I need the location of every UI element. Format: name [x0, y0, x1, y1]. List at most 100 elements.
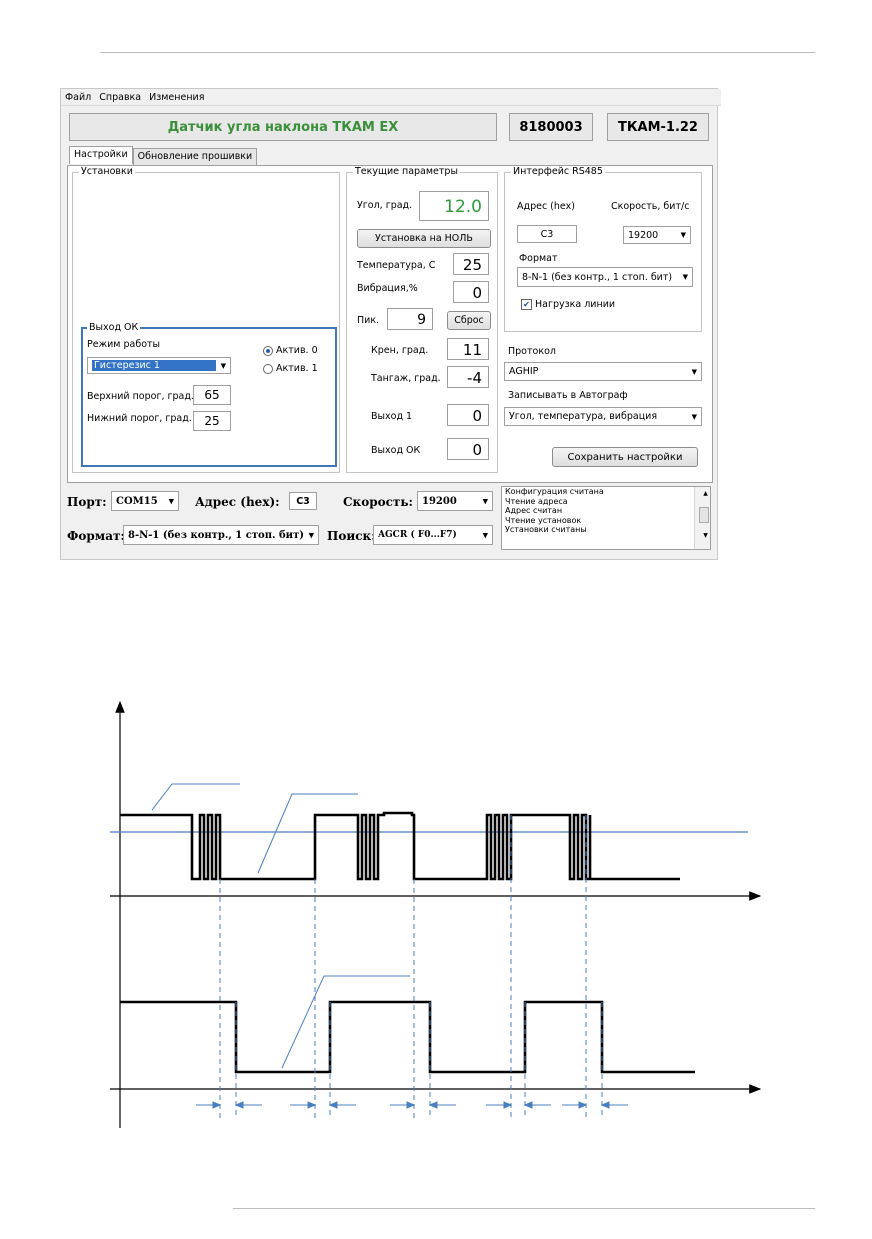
menu-help[interactable]: Справка — [99, 92, 141, 103]
checkbox-checked-icon: ✔ — [521, 299, 532, 310]
angle-label: Угол, град. — [357, 200, 413, 211]
output-ok-label: Выход ОК — [371, 445, 421, 456]
output-signal — [120, 1000, 695, 1074]
record-select[interactable]: Угол, температура, вибрация ▼ — [504, 407, 702, 426]
upper-threshold-input[interactable]: 65 — [193, 385, 231, 405]
radio-unselected-icon — [263, 363, 273, 374]
line-load-label: Нагрузка линии — [535, 299, 616, 310]
rs485-format-value: 8-N-1 (без контр., 1 стоп. бит) — [522, 271, 673, 283]
timing-diagram — [110, 700, 762, 1128]
log-line: Адрес считан — [505, 506, 563, 515]
settings-group: Установки Выход ОК Режим работы Гистерез… — [72, 166, 340, 473]
input-signal — [120, 811, 680, 881]
search-value: AGCR ( F0...F7) — [378, 530, 457, 540]
chevron-down-icon: ▼ — [308, 530, 314, 540]
current-params-legend: Текущие параметры — [353, 166, 460, 177]
radio-active-1[interactable]: Актив. 1 — [263, 363, 318, 374]
vibration-label: Вибрация,% — [357, 283, 418, 294]
menu-changes[interactable]: Изменения — [149, 92, 204, 103]
port-select[interactable]: COM15 ▼ — [111, 491, 179, 511]
bottom-format-label: Формат: — [67, 529, 125, 543]
bottom-format-value: 8-N-1 (без контр., 1 стоп. бит) — [128, 529, 305, 541]
rs485-legend: Интерфейс RS485 — [511, 166, 605, 177]
upper-threshold-label: Верхний порог, град. — [87, 391, 194, 402]
port-value: COM15 — [116, 495, 158, 507]
rs485-speed-select[interactable]: 19200 ▼ — [623, 226, 691, 244]
roll-label: Крен, град. — [371, 345, 429, 356]
mode-select-value: Гистерезис 1 — [92, 360, 216, 371]
protocol-select[interactable]: AGHIP ▼ — [504, 362, 702, 381]
peak-label: Пик. — [357, 315, 380, 326]
log-line: Конфигурация считана — [505, 487, 604, 496]
log-line: Чтение адреса — [505, 496, 568, 506]
search-label: Поиск: — [327, 529, 376, 543]
tab-settings[interactable]: Настройки — [69, 146, 133, 164]
leader-line — [281, 975, 410, 1069]
bottom-speed-select[interactable]: 19200 ▼ — [417, 491, 493, 511]
chevron-down-icon: ▼ — [682, 273, 688, 281]
bottom-format-select[interactable]: 8-N-1 (без контр., 1 стоп. бит) ▼ — [123, 525, 319, 545]
chevron-down-icon: ▼ — [168, 496, 174, 506]
scroll-up-icon: ▲ — [703, 490, 708, 497]
rs485-format-label: Формат — [519, 253, 558, 264]
radio-active-0-label: Актив. 0 — [276, 345, 318, 356]
leader-line — [151, 783, 240, 811]
radio-active-1-label: Актив. 1 — [276, 363, 318, 374]
port-label: Порт: — [67, 495, 107, 509]
lower-threshold-input[interactable]: 25 — [193, 411, 231, 431]
bottom-address-input[interactable]: C3 — [289, 492, 317, 510]
radio-active-0[interactable]: Актив. 0 — [263, 345, 318, 356]
vibration-value: 0 — [453, 281, 489, 303]
search-select[interactable]: AGCR ( F0...F7) ▼ — [373, 525, 493, 545]
leader-line — [257, 793, 358, 874]
tab-firmware-update[interactable]: Обновление прошивки — [132, 148, 258, 166]
chevron-down-icon: ▼ — [680, 231, 686, 239]
chevron-down-icon: ▼ — [482, 496, 488, 506]
log-scrollbar[interactable]: ▲ ▼ — [694, 487, 710, 549]
device-serial: 8180003 — [509, 113, 593, 141]
device-model: ТКАМ-1.22 — [607, 113, 709, 141]
output-ok-legend: Выход ОК — [87, 322, 141, 333]
record-value: Угол, температура, вибрация — [509, 411, 658, 422]
chevron-down-icon: ▼ — [482, 530, 488, 540]
delay-arrows — [196, 1101, 628, 1109]
rs485-group: Интерфейс RS485 Адрес (hex) Скорость, би… — [504, 166, 702, 332]
mode-select[interactable]: Гистерезис 1 ▼ — [87, 357, 231, 374]
record-label: Записывать в Автограф — [508, 390, 628, 401]
rs485-speed-label: Скорость, бит/с — [611, 201, 690, 212]
peak-value: 9 — [387, 308, 433, 330]
tab-bar: Настройки Обновление прошивки — [69, 146, 258, 166]
app-window: Файл Справка Изменения Датчик угла накло… — [60, 88, 721, 560]
reset-button[interactable]: Сброс — [447, 311, 491, 330]
log-line: Чтение установок — [505, 515, 582, 525]
bottom-address-label: Адрес (hex): — [195, 495, 280, 509]
rs485-address-input[interactable]: C3 — [517, 225, 577, 243]
output1-value: 0 — [447, 404, 489, 426]
rs485-format-select[interactable]: 8-N-1 (без контр., 1 стоп. бит) ▼ — [517, 267, 693, 287]
page-bottom-rule — [233, 1208, 815, 1209]
settings-panel: Установки Выход ОК Режим работы Гистерез… — [67, 165, 713, 483]
output-ok-value: 0 — [447, 438, 489, 460]
output1-label: Выход 1 — [371, 411, 413, 422]
device-title: Датчик угла наклона ТКАМ EX — [69, 113, 497, 141]
roll-value: 11 — [447, 338, 489, 360]
bottom-speed-label: Скорость: — [343, 495, 413, 509]
menu-file[interactable]: Файл — [65, 92, 91, 103]
line-load-checkbox[interactable]: ✔ Нагрузка линии — [521, 299, 615, 310]
log-line: Установки считаны — [505, 525, 587, 534]
scroll-thumb[interactable] — [699, 506, 709, 523]
save-settings-button[interactable]: Сохранить настройки — [552, 447, 698, 467]
mode-label: Режим работы — [87, 339, 161, 350]
chevron-down-icon: ▼ — [691, 412, 697, 421]
output-ok-group: Выход ОК Режим работы Гистерезис 1 ▼ Акт… — [81, 322, 337, 467]
menu-bar: Файл Справка Изменения — [61, 89, 721, 106]
lower-threshold-label: Нижний порог, град. — [87, 413, 192, 424]
bottom-speed-value: 19200 — [422, 495, 457, 507]
status-log: Конфигурация считана Чтение адреса Адрес… — [501, 486, 711, 550]
rs485-address-label: Адрес (hex) — [517, 201, 575, 212]
zero-set-button[interactable]: Установка на НОЛЬ — [357, 229, 491, 248]
settings-legend: Установки — [79, 166, 135, 177]
temperature-label: Температура, С — [357, 260, 436, 271]
protocol-label: Протокол — [508, 346, 556, 357]
protocol-value: AGHIP — [509, 366, 539, 377]
